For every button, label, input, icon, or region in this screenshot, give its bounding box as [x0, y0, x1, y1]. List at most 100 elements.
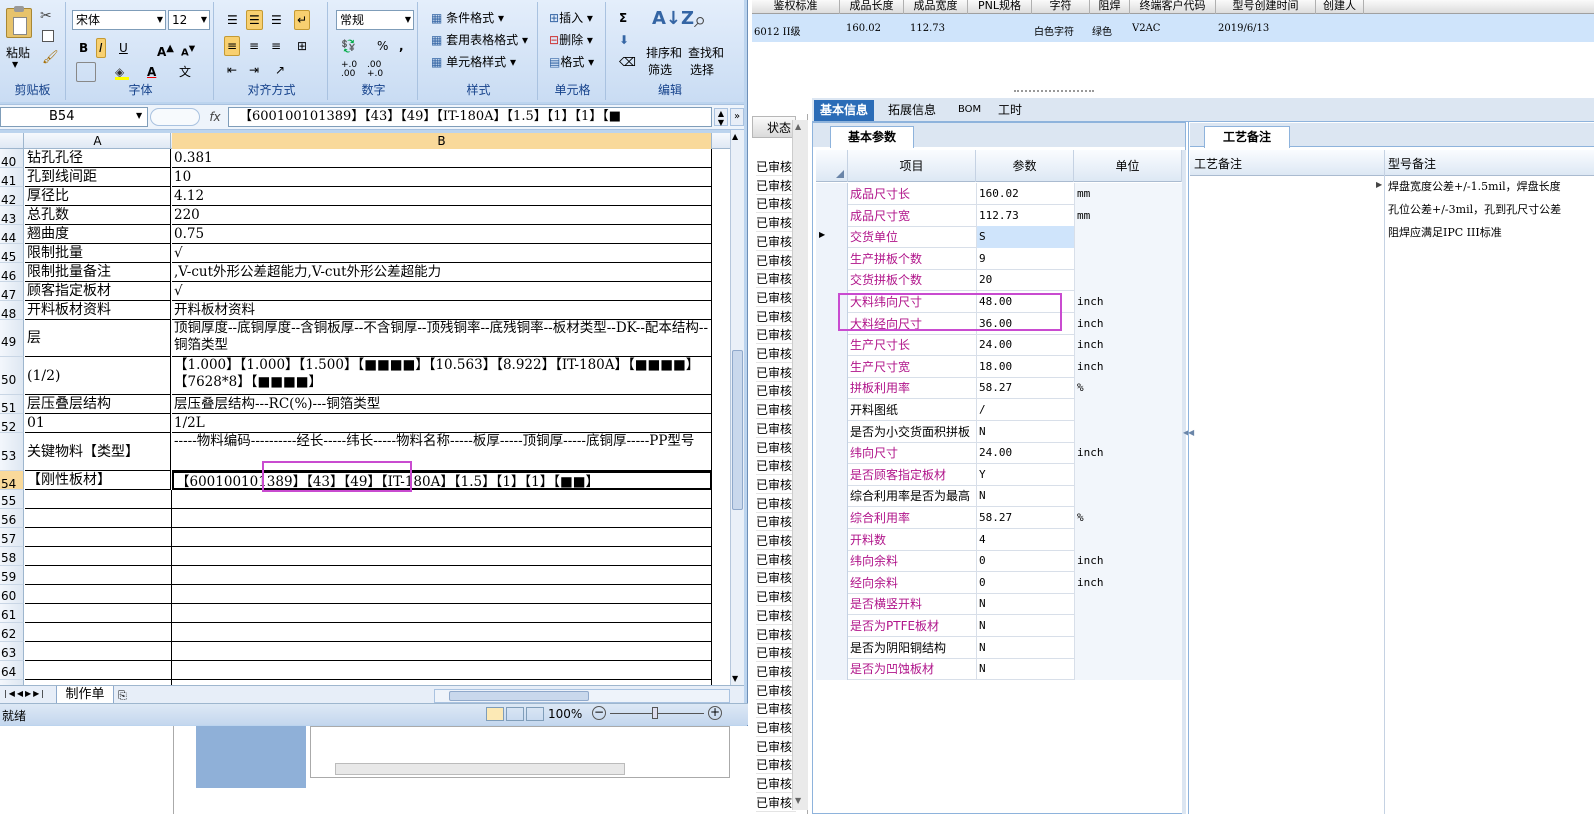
status-item[interactable]: 已审核 — [756, 401, 796, 420]
row-indicator[interactable] — [816, 334, 848, 357]
scroll-thumb[interactable] — [732, 350, 743, 510]
cell-b[interactable]: 4.12 — [172, 187, 712, 206]
param-value[interactable]: / — [976, 399, 1074, 421]
col-header[interactable]: 终端客户代码 — [1130, 0, 1216, 14]
param-value[interactable]: 4 — [976, 528, 1074, 551]
status-item[interactable]: 已审核 — [756, 682, 796, 700]
cell-b[interactable]: 0.75 — [172, 225, 712, 244]
param-unit[interactable]: inch — [1074, 571, 1182, 594]
cell-b[interactable]: 220 — [172, 206, 712, 225]
row-indicator[interactable] — [816, 399, 848, 421]
page-break-view-icon[interactable] — [526, 707, 544, 721]
row-indicator[interactable] — [816, 355, 848, 378]
param-unit[interactable] — [1074, 226, 1182, 249]
row-header[interactable]: 42 — [0, 187, 24, 206]
cell-a[interactable]: 层 — [25, 320, 171, 357]
empty-row[interactable] — [25, 547, 712, 566]
model-grid-selected-row[interactable]: 6012 II级 160.02 112.73 白色字符 绿色 V2AC 2019… — [752, 14, 1594, 42]
status-item[interactable]: 已审核 — [756, 738, 796, 756]
param-value[interactable]: Y — [976, 463, 1074, 486]
empty-row[interactable] — [25, 642, 712, 661]
param-row[interactable]: 综合利用率 58.27% — [816, 507, 1182, 529]
status-item[interactable]: 已审核 — [756, 495, 796, 513]
status-item[interactable]: 已审核 — [756, 252, 796, 270]
param-unit[interactable]: mm — [1074, 204, 1182, 227]
cell-a[interactable]: (1/2) — [25, 357, 171, 395]
cell-b[interactable]: 【1.000】【1.000】【1.500】【■■■■】【10.563】【8.92… — [172, 357, 712, 395]
row-indicator[interactable] — [816, 593, 848, 616]
row-header[interactable]: 44 — [0, 225, 24, 244]
worksheet-hscrollbar[interactable] — [434, 689, 730, 703]
col-header-model-notes[interactable]: 型号备注 — [1388, 155, 1436, 172]
status-item[interactable]: 已审核 — [756, 644, 796, 663]
zoom-slider-thumb[interactable] — [652, 707, 658, 719]
param-value[interactable]: 24.00 — [976, 442, 1074, 465]
cell-a[interactable]: 开料板材资料 — [25, 301, 171, 320]
expand-formula-icon[interactable]: » — [730, 108, 744, 126]
row-indicator[interactable] — [816, 571, 848, 594]
tab-basic-info[interactable]: 基本信息 — [814, 100, 875, 121]
row-indicator[interactable] — [816, 463, 848, 486]
col-header[interactable]: 鉴权标准 — [752, 0, 840, 14]
row-header[interactable]: 52 — [0, 414, 24, 433]
param-unit[interactable] — [1074, 528, 1182, 551]
status-item[interactable]: 已审核 — [756, 326, 796, 345]
row-indicator[interactable] — [816, 615, 848, 637]
param-row[interactable]: 是否为小交货面积拼板 N — [816, 420, 1182, 443]
param-unit[interactable]: % — [1074, 377, 1182, 400]
splitter-grip[interactable] — [1014, 90, 1094, 94]
empty-row[interactable] — [25, 623, 712, 642]
param-row[interactable]: 交货拼板个数 20 — [816, 269, 1182, 292]
cell-a[interactable]: 关键物料【类型】 — [25, 433, 171, 471]
row-header[interactable]: 64 — [0, 661, 24, 680]
row-header[interactable]: 62 — [0, 623, 24, 642]
status-item[interactable]: 已审核 — [756, 158, 796, 176]
scroll-down-arrow-icon[interactable]: ▼ — [732, 674, 738, 683]
empty-row[interactable] — [25, 661, 712, 680]
param-row[interactable]: 是否为凹蚀板材 N — [816, 658, 1182, 681]
status-header[interactable]: 状态 — [752, 116, 796, 138]
cell-a[interactable]: 孔到线间距 — [25, 168, 171, 187]
param-row[interactable]: 生产尺寸宽 18.00 inch — [816, 355, 1182, 378]
status-item[interactable]: 已审核 — [756, 700, 796, 719]
param-unit[interactable]: inch — [1074, 291, 1182, 313]
cell-a[interactable]: 钻孔孔径 — [25, 149, 171, 168]
row-indicator[interactable] — [816, 636, 848, 659]
row-indicator[interactable] — [816, 528, 848, 551]
scroll-up-arrow-icon[interactable]: ▲ — [795, 122, 805, 132]
col-header-param[interactable]: 参数 — [976, 150, 1074, 182]
row-indicator[interactable] — [816, 442, 848, 465]
status-item[interactable]: 已审核 — [756, 214, 796, 233]
param-value[interactable]: 20 — [976, 269, 1074, 292]
normal-view-icon[interactable] — [486, 707, 504, 721]
scroll-up-arrow-icon[interactable]: ▲ — [732, 132, 738, 141]
cell-a[interactable]: 厚径比 — [25, 187, 171, 206]
param-row[interactable]: 成品尺寸宽 112.73 mm — [816, 204, 1182, 227]
status-item[interactable]: 已审核 — [756, 513, 796, 532]
tab-extended-info[interactable]: 拓展信息 — [882, 100, 942, 121]
status-item[interactable]: 已审核 — [756, 607, 796, 625]
row-header[interactable]: 54 — [0, 471, 24, 490]
param-unit[interactable]: mm — [1074, 183, 1182, 205]
status-item[interactable]: 已审核 — [756, 775, 796, 794]
empty-row[interactable] — [25, 566, 712, 585]
param-value[interactable]: 9 — [976, 247, 1074, 270]
expand-arrow-icon[interactable]: ◀ — [1188, 428, 1194, 437]
row-header[interactable]: 56 — [0, 509, 24, 528]
worksheet-vscrollbar[interactable]: ▲ ▼ — [730, 130, 744, 685]
cell-a[interactable]: 01 — [25, 414, 171, 433]
new-sheet-icon[interactable]: ⎘ — [118, 689, 127, 703]
row-header[interactable]: 43 — [0, 206, 24, 225]
param-row[interactable]: 开料图纸 / — [816, 399, 1182, 421]
param-row[interactable]: 是否顾客指定板材 Y — [816, 463, 1182, 486]
param-value[interactable]: 160.02 — [976, 183, 1074, 205]
col-header-process-notes[interactable]: 工艺备注 — [1194, 155, 1242, 172]
param-value[interactable]: 24.00 — [976, 334, 1074, 357]
row-indicator[interactable] — [816, 377, 848, 400]
param-row[interactable]: 是否横竖开料 N — [816, 593, 1182, 616]
status-item[interactable]: 已审核 — [756, 663, 796, 681]
param-unit[interactable]: inch — [1074, 442, 1182, 465]
param-row[interactable]: 拼板利用率 58.27% — [816, 377, 1182, 400]
zoom-out-icon[interactable]: − — [592, 706, 606, 720]
row-header[interactable]: 58 — [0, 547, 24, 566]
